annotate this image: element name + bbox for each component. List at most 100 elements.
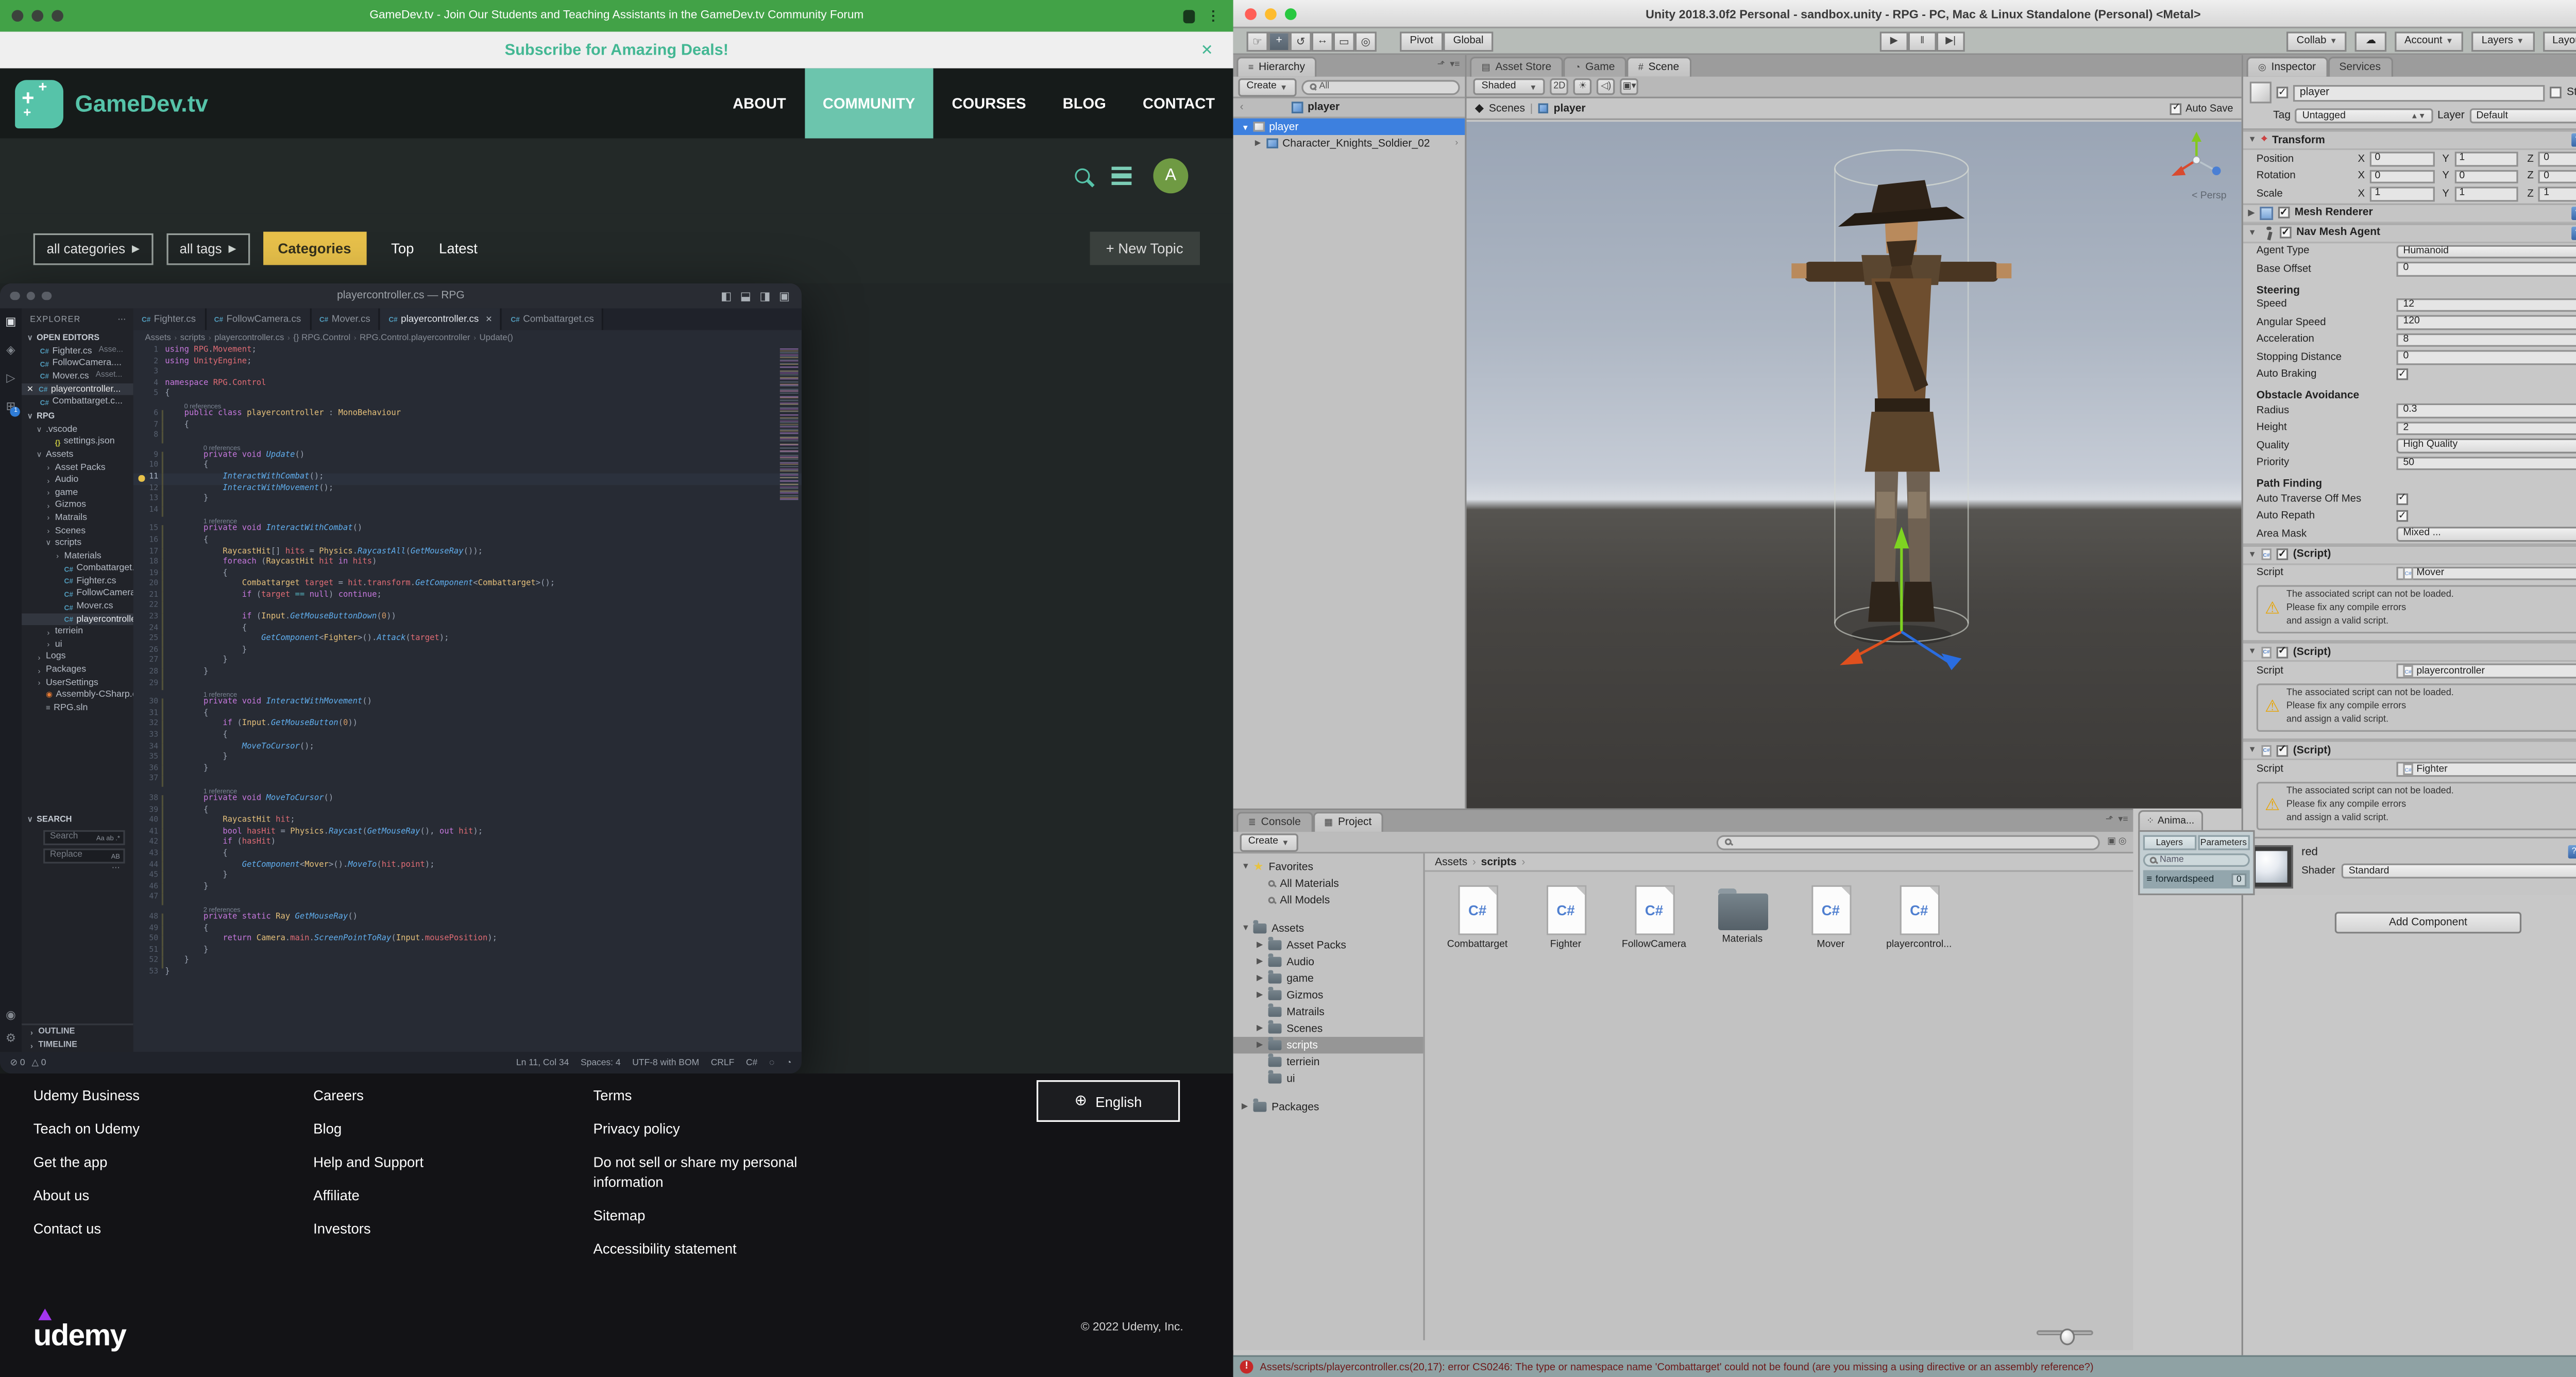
code-line[interactable]: 8: [133, 432, 802, 443]
field-input[interactable]: 0: [2396, 262, 2576, 276]
tree-item-vscode[interactable]: ∨.vscode: [22, 424, 133, 436]
collab-dropdown[interactable]: Collab▼: [2286, 31, 2347, 51]
code-line[interactable]: 45 }: [133, 872, 802, 883]
extensions-icon[interactable]: ⊞1: [6, 402, 16, 414]
window-zoom-button[interactable]: [52, 10, 63, 22]
field-input[interactable]: 0: [2396, 350, 2576, 364]
brand-name[interactable]: GameDev.tv: [75, 90, 208, 117]
footer-link-help-and-support[interactable]: Help and Support: [313, 1154, 593, 1173]
code-line[interactable]: 37: [133, 776, 802, 786]
encoding[interactable]: UTF-8 with BOM: [632, 1057, 699, 1067]
script-component-header[interactable]: ▼C#✓(Script)?⚙: [2243, 544, 2576, 564]
add-component-button[interactable]: Add Component: [2335, 913, 2521, 934]
code-line[interactable]: 28 }: [133, 668, 802, 679]
hand-tool[interactable]: ☞: [1247, 31, 1268, 51]
code-line[interactable]: 1using RPG.Movement;: [133, 347, 802, 358]
layout-sidebar-icon[interactable]: ◧: [721, 289, 732, 303]
tab-hierarchy[interactable]: ≡Hierarchy: [1236, 57, 1317, 77]
all-tags-dropdown[interactable]: all tags▶: [166, 232, 250, 264]
field-checkbox[interactable]: ✓: [2396, 369, 2408, 381]
unity-close-button[interactable]: [1245, 8, 1257, 20]
transform-field[interactable]: 1: [2454, 187, 2519, 200]
nav-item-community[interactable]: COMMUNITY: [804, 69, 934, 139]
tab-scene[interactable]: #Scene: [1626, 57, 1691, 77]
code-line[interactable]: 31 {: [133, 710, 802, 720]
codelens-text[interactable]: 1 reference: [204, 691, 237, 699]
project-tree-ui[interactable]: ui: [1233, 1070, 1423, 1087]
project-tree-matrails[interactable]: Matrails: [1233, 1003, 1423, 1020]
codelens-text[interactable]: 1 reference: [204, 517, 237, 526]
2d-toggle[interactable]: 2D: [1550, 78, 1569, 95]
tree-item-followcamera-cs[interactable]: C#FollowCamera.cs: [22, 588, 133, 601]
lighting-toggle-icon[interactable]: ☀: [1573, 78, 1592, 95]
crumb-scripts[interactable]: scripts: [1481, 856, 1517, 868]
script-reference-field[interactable]: C#Fighter: [2396, 763, 2576, 777]
explorer-icon[interactable]: ▣: [5, 317, 16, 329]
browser-menu-icon[interactable]: ⋮: [1207, 8, 1220, 23]
footer-link-blog[interactable]: Blog: [313, 1120, 593, 1139]
vscode-minimize-button[interactable]: [26, 291, 35, 300]
tab-latest[interactable]: Latest: [439, 240, 478, 257]
footer-link-udemy-business[interactable]: Udemy Business: [33, 1087, 313, 1106]
problems-errors[interactable]: ⊘ 0: [10, 1057, 25, 1067]
codelens-text[interactable]: 0 references: [184, 401, 221, 410]
open-editor-item[interactable]: C#Combattarget.c...: [22, 396, 133, 409]
parameter-value[interactable]: 0: [2231, 872, 2246, 886]
expand-arrow-icon[interactable]: ▶: [1255, 138, 1262, 148]
search-icon[interactable]: [1075, 169, 1090, 183]
replace-input[interactable]: ReplaceAB: [43, 848, 125, 863]
language-button[interactable]: ⊕ English: [1037, 1080, 1180, 1122]
code-line[interactable]: 9 private void Update(): [133, 451, 802, 462]
lock-icon[interactable]: ⬏: [1437, 60, 1445, 70]
layer-dropdown[interactable]: Default▲▼: [2469, 108, 2576, 123]
script-reference-field[interactable]: C#Mover: [2396, 566, 2576, 580]
script-enabled-checkbox[interactable]: ✓: [2276, 647, 2288, 659]
drag-handle-icon[interactable]: ≡: [2146, 875, 2152, 884]
tab-console[interactable]: ≣Console: [1236, 812, 1312, 832]
field-input[interactable]: 120: [2396, 315, 2576, 329]
window-minimize-button[interactable]: [31, 10, 43, 22]
hierarchy-create-button[interactable]: Create▼: [1238, 77, 1296, 96]
play-button[interactable]: ▶: [1880, 31, 1908, 51]
tree-item-terriein[interactable]: ›terriein: [22, 626, 133, 639]
tab-followcamera-cs[interactable]: C#FollowCamera.cs: [206, 308, 311, 330]
active-checkbox[interactable]: ✓: [2277, 87, 2289, 98]
problems-warnings[interactable]: △ 0: [32, 1057, 46, 1067]
script-enabled-checkbox[interactable]: ✓: [2276, 745, 2288, 757]
open-editor-item[interactable]: C#Fighter.csAsse...: [22, 345, 133, 358]
breadcrumb-scenes[interactable]: Scenes: [1489, 103, 1525, 114]
script-component-header[interactable]: ▼C#✓(Script)?⚙: [2243, 741, 2576, 761]
script-reference-field[interactable]: C#playercontroller: [2396, 664, 2576, 678]
code-line[interactable]: 38 private void MoveToCursor(): [133, 795, 802, 806]
footer-link-careers[interactable]: Careers: [313, 1087, 593, 1106]
indentation[interactable]: Spaces: 4: [581, 1057, 621, 1067]
code-line[interactable]: 49 {: [133, 925, 802, 935]
field-select[interactable]: Humanoid▲▼: [2396, 244, 2576, 258]
rotate-tool[interactable]: ↺: [1290, 31, 1312, 51]
code-line[interactable]: 41 bool hasHit = Physics.Raycast(GetMous…: [133, 828, 802, 839]
eol[interactable]: CRLF: [711, 1057, 735, 1067]
code-line[interactable]: 13 }: [133, 495, 802, 506]
tree-item-mover-cs[interactable]: C#Mover.cs: [22, 600, 133, 613]
footer-link-get-the-app[interactable]: Get the app: [33, 1154, 313, 1173]
timeline-section[interactable]: ›TIMELINE: [22, 1038, 133, 1052]
script-enabled-checkbox[interactable]: ✓: [2276, 548, 2288, 560]
move-tool[interactable]: +: [1268, 31, 1290, 51]
field-input[interactable]: 12: [2396, 297, 2576, 311]
code-editor[interactable]: 1using RPG.Movement;2using UnityEngine;3…: [133, 345, 802, 1052]
code-line[interactable]: 30 private void InteractWithMovement(): [133, 699, 802, 710]
crumb-assets[interactable]: Assets: [1435, 856, 1467, 868]
code-line[interactable]: 40 RaycastHit hit;: [133, 817, 802, 828]
code-line[interactable]: 32 if (Input.GetMouseButton(0)): [133, 721, 802, 732]
breadcrumb-item[interactable]: RPG.Control.playercontroller: [360, 332, 470, 342]
effects-dropdown-icon[interactable]: ▣▾: [1620, 78, 1639, 95]
settings-gear-icon[interactable]: ⚙: [6, 1034, 16, 1046]
code-line[interactable]: 27 }: [133, 658, 802, 668]
field-checkbox[interactable]: ✓: [2396, 493, 2408, 505]
code-line[interactable]: 33 {: [133, 732, 802, 743]
global-toggle[interactable]: Global: [1443, 31, 1494, 51]
layout-customize-icon[interactable]: ▣: [779, 289, 790, 303]
cursor-position[interactable]: Ln 11, Col 34: [516, 1057, 569, 1067]
rect-tool[interactable]: ▭: [1333, 31, 1355, 51]
breadcrumb-item[interactable]: Update(): [480, 332, 513, 342]
